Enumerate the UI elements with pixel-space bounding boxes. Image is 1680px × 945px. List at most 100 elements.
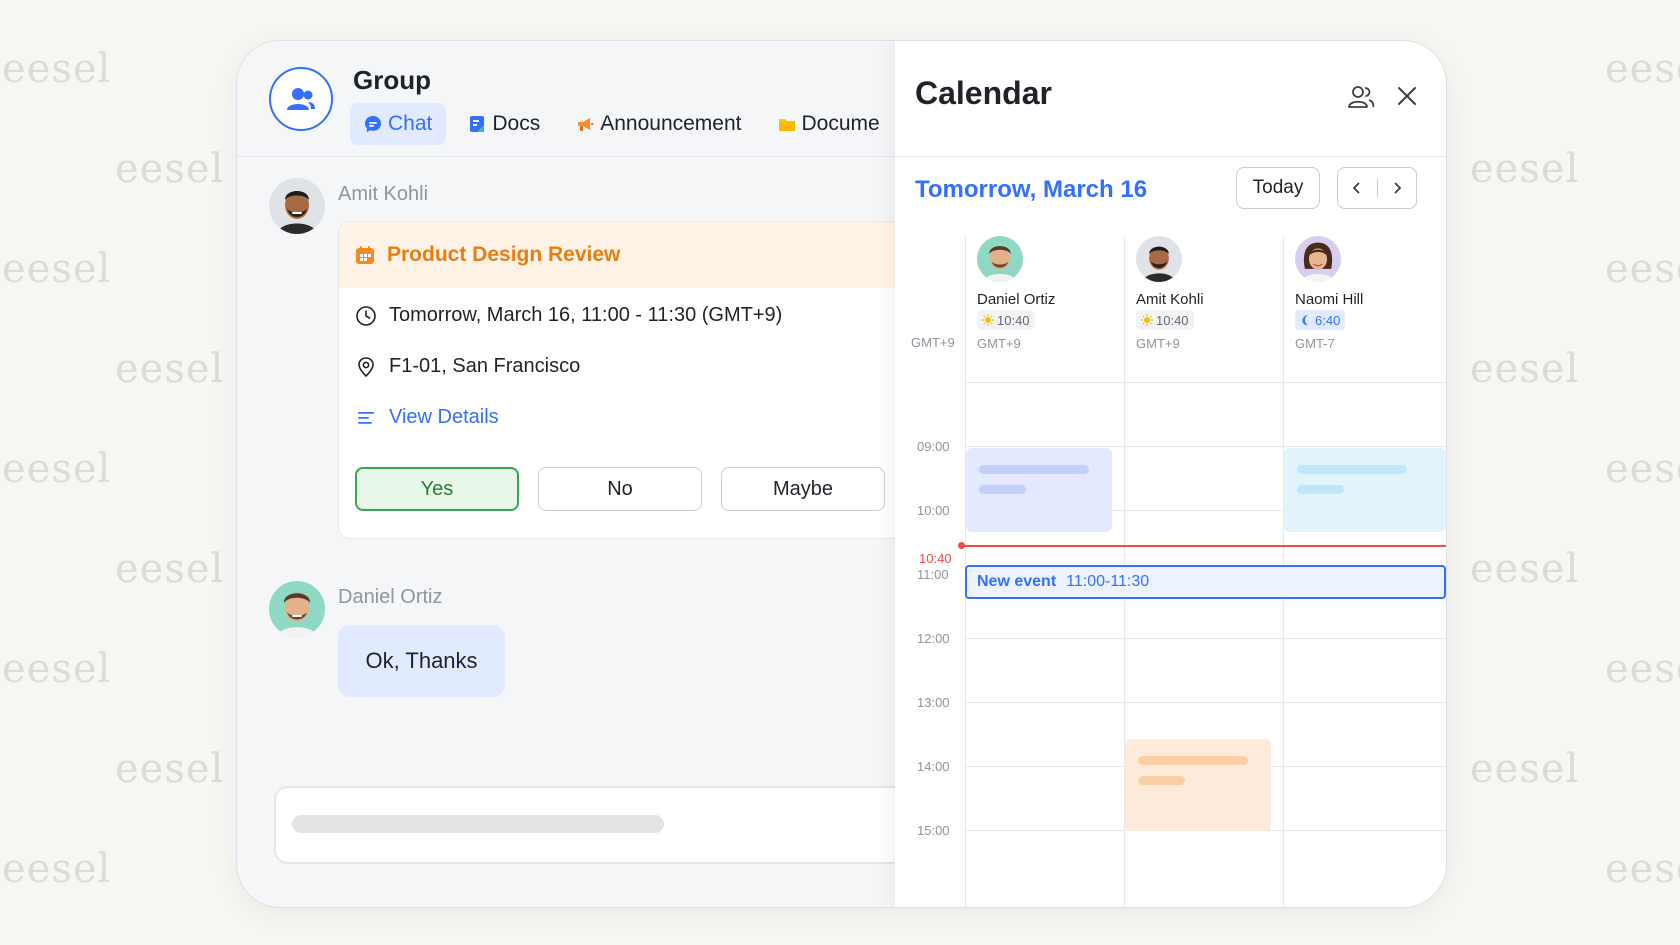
app-window: Group Chat Docs Announcement Docume Amit… (236, 40, 1447, 908)
current-time-label: 10:40 (919, 551, 952, 566)
current-time-line (961, 545, 1446, 547)
event-card[interactable]: Product Design Review Tomorrow, March 16… (338, 221, 910, 539)
busy-block-line (979, 485, 1026, 494)
busy-block-line (979, 465, 1089, 474)
busy-block-line (1138, 776, 1185, 785)
timezone-label: GMT+9 (911, 335, 955, 350)
chevron-right-icon (1394, 182, 1402, 194)
group-title: Group (353, 65, 431, 95)
watermark: eesel (1470, 146, 1580, 192)
local-time-badge: 10:40 (1136, 310, 1194, 330)
megaphone-icon (578, 118, 594, 131)
busy-block[interactable] (1284, 448, 1446, 532)
group-icon (287, 88, 315, 110)
tab-label: Docs (492, 112, 541, 135)
avatar[interactable] (1295, 236, 1341, 282)
watermark: eesel (2, 646, 112, 692)
local-time-badge: 10:40 (977, 310, 1035, 330)
people-icon[interactable] (1347, 84, 1375, 110)
hour-label: 14:00 (917, 759, 950, 774)
person-column: Naomi Hill 6:40 GMT-7 (1283, 236, 1441, 366)
tab-label: Chat (388, 112, 433, 135)
calendar-icon (356, 246, 374, 264)
local-time: 10:40 (997, 312, 1030, 328)
tab-docs[interactable]: Docs (454, 103, 554, 145)
divider (895, 156, 1446, 157)
avatar[interactable] (1136, 236, 1182, 282)
busy-block[interactable] (966, 448, 1112, 532)
watermark: eesel (1605, 846, 1680, 892)
person-timezone: GMT+9 (1136, 336, 1180, 351)
busy-block-line (1297, 485, 1344, 494)
busy-block-line (1297, 465, 1407, 474)
busy-block[interactable] (1125, 739, 1271, 831)
clock-icon (356, 305, 376, 326)
event-card-header: Product Design Review (339, 222, 909, 288)
event-title: Product Design Review (387, 243, 621, 266)
rsvp-yes-button[interactable]: Yes (355, 467, 519, 511)
event-location-row: F1-01, San Francisco (355, 355, 580, 378)
next-day-button[interactable] (1378, 168, 1417, 208)
person-name: Daniel Ortiz (977, 291, 1056, 308)
local-time-badge: 6:40 (1295, 310, 1346, 330)
local-time: 10:40 (1156, 312, 1189, 328)
watermark: eesel (115, 546, 225, 592)
calendar-date-label: Tomorrow, March 16 (915, 176, 1148, 203)
sender-name: Daniel Ortiz (338, 586, 443, 608)
group-avatar[interactable] (269, 67, 333, 131)
watermark: eesel (2, 246, 112, 292)
sun-icon (1141, 314, 1153, 326)
watermark: eesel (2, 46, 112, 92)
folder-icon (778, 119, 795, 131)
details-list-icon (358, 411, 374, 424)
watermark: eesel (1605, 646, 1680, 692)
watermark: eesel (1605, 46, 1680, 92)
tab-chat[interactable]: Chat (350, 103, 447, 145)
sender-name: Amit Kohli (338, 183, 429, 205)
avatar[interactable] (269, 178, 325, 234)
avatar[interactable] (269, 581, 325, 637)
person-name: Amit Kohli (1136, 291, 1204, 308)
new-event-time: 11:00-11:30 (1066, 573, 1150, 590)
group-tabs: Chat Docs Announcement Docume (350, 103, 902, 145)
today-button[interactable]: Today (1236, 167, 1320, 209)
close-icon[interactable] (1395, 84, 1419, 108)
grid-line (965, 638, 1446, 639)
avatar[interactable] (977, 236, 1023, 282)
prev-day-button[interactable] (1338, 168, 1377, 208)
message-composer[interactable] (274, 786, 918, 864)
event-time-row: Tomorrow, March 16, 11:00 - 11:30 (GMT+9… (355, 304, 782, 327)
chat-bubble-icon (365, 116, 381, 132)
calendar-title: Calendar (915, 75, 1052, 111)
hour-label: 15:00 (917, 823, 950, 838)
watermark: eesel (115, 746, 225, 792)
docs-icon (470, 116, 485, 132)
event-time: Tomorrow, March 16, 11:00 - 11:30 (GMT+9… (389, 304, 783, 326)
tab-label: Docume (801, 112, 880, 135)
moon-icon (1302, 315, 1308, 326)
chat-header: Group Chat Docs Announcement Docume (237, 41, 895, 157)
tab-announcement[interactable]: Announcement (562, 103, 755, 145)
watermark: eesel (115, 346, 225, 392)
hour-label: 11:00 (917, 567, 949, 582)
grid-line (965, 382, 1446, 383)
composer-placeholder (292, 815, 664, 833)
person-timezone: GMT+9 (977, 336, 1021, 351)
person-name: Naomi Hill (1295, 291, 1364, 308)
hour-label: 10:00 (917, 503, 950, 518)
view-details-link[interactable]: View Details (355, 406, 499, 429)
watermark: eesel (1605, 246, 1680, 292)
rsvp-no-button[interactable]: No (538, 467, 702, 511)
tab-documents[interactable]: Docume (764, 103, 894, 145)
new-event-block[interactable]: New event 11:00-11:30 (965, 565, 1446, 599)
location-pin-icon (358, 356, 374, 377)
watermark: eesel (1470, 746, 1580, 792)
watermark: eesel (2, 446, 112, 492)
date-nav (1337, 167, 1417, 209)
rsvp-maybe-button[interactable]: Maybe (721, 467, 885, 511)
grid-line (965, 446, 1446, 447)
calendar-pane: Calendar Tomorrow, March 16 Today GMT+9 … (895, 41, 1446, 907)
new-event-title: New event (977, 573, 1057, 590)
watermark: eesel (115, 146, 225, 192)
event-location: F1-01, San Francisco (389, 355, 581, 377)
